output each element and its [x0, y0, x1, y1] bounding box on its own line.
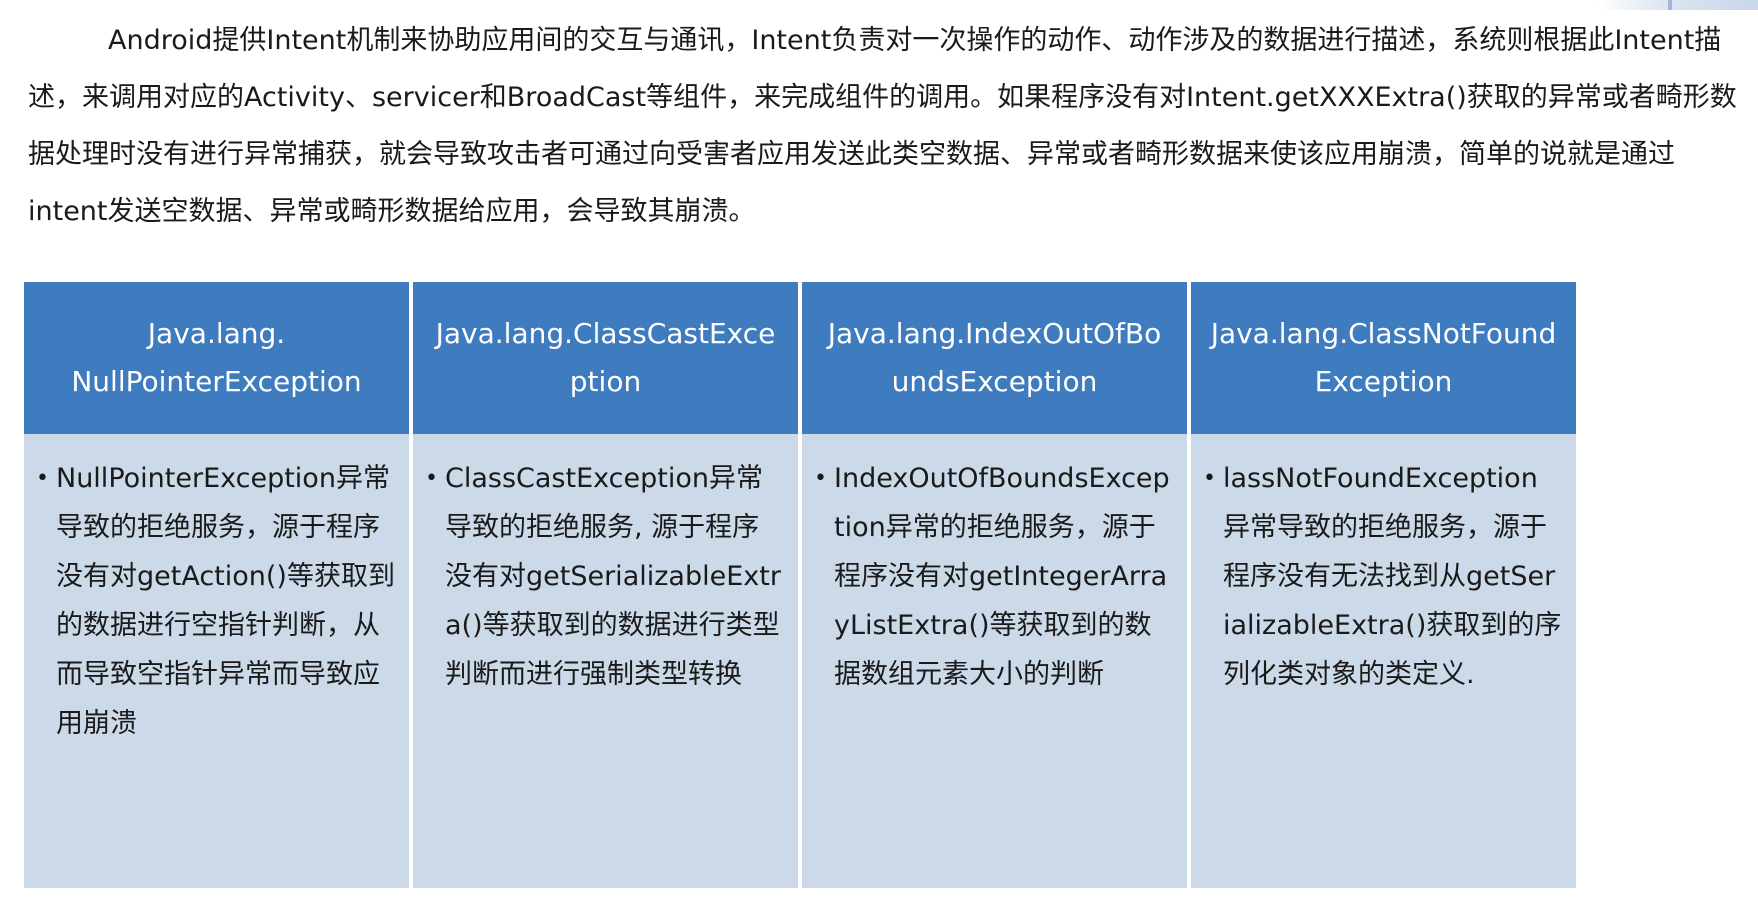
- intro-text: Android提供Intent机制来协助应用间的交互与通讯，Intent负责对一…: [28, 25, 1737, 227]
- bullet-icon: •: [814, 466, 827, 491]
- card-body-text: ClassCastException异常导致的拒绝服务, 源于程序没有对getS…: [445, 463, 781, 690]
- card-title: Java.lang.ClassNotFoundException: [1191, 282, 1576, 434]
- corner-decoration: [1598, 0, 1758, 10]
- card-body-text: IndexOutOfBoundsException异常的拒绝服务，源于程序没有对…: [834, 463, 1170, 690]
- card-body-text: lassNotFoundException异常导致的拒绝服务，源于程序没有无法找…: [1223, 463, 1562, 690]
- card-classnotfound: Java.lang.ClassNotFoundException • lassN…: [1191, 282, 1576, 888]
- intro-paragraph: Android提供Intent机制来协助应用间的交互与通讯，Intent负责对一…: [28, 12, 1738, 240]
- card-body: • ClassCastException异常导致的拒绝服务, 源于程序没有对ge…: [413, 434, 798, 888]
- card-body: • IndexOutOfBoundsException异常的拒绝服务，源于程序没…: [802, 434, 1187, 888]
- card-body: • NullPointerException异常导致的拒绝服务，源于程序没有对g…: [24, 434, 409, 888]
- bullet-item: • lassNotFoundException异常导致的拒绝服务，源于程序没有无…: [1203, 454, 1562, 699]
- bullet-icon: •: [425, 466, 438, 491]
- card-indexoutofbounds: Java.lang.IndexOutOfBoundsException • In…: [802, 282, 1187, 888]
- card-title: Java.lang.ClassCastException: [413, 282, 798, 434]
- card-body-text: NullPointerException异常导致的拒绝服务，源于程序没有对get…: [56, 463, 395, 739]
- card-body: • lassNotFoundException异常导致的拒绝服务，源于程序没有无…: [1191, 434, 1576, 888]
- exception-cards: Java.lang. NullPointerException • NullPo…: [24, 282, 1734, 888]
- card-nullpointer: Java.lang. NullPointerException • NullPo…: [24, 282, 409, 888]
- bullet-item: • NullPointerException异常导致的拒绝服务，源于程序没有对g…: [36, 454, 395, 748]
- card-title: Java.lang. NullPointerException: [24, 282, 409, 434]
- card-title: Java.lang.IndexOutOfBoundsException: [802, 282, 1187, 434]
- card-classcast: Java.lang.ClassCastException • ClassCast…: [413, 282, 798, 888]
- card-title-text: Java.lang.IndexOutOfBoundsException: [827, 317, 1162, 398]
- card-title-text: Java.lang.ClassNotFoundException: [1210, 317, 1557, 398]
- bullet-icon: •: [36, 466, 49, 491]
- card-title-text: Java.lang. NullPointerException: [71, 317, 362, 398]
- card-title-text: Java.lang.ClassCastException: [435, 317, 776, 398]
- bullet-item: • ClassCastException异常导致的拒绝服务, 源于程序没有对ge…: [425, 454, 784, 699]
- bullet-item: • IndexOutOfBoundsException异常的拒绝服务，源于程序没…: [814, 454, 1173, 699]
- bullet-icon: •: [1203, 466, 1216, 491]
